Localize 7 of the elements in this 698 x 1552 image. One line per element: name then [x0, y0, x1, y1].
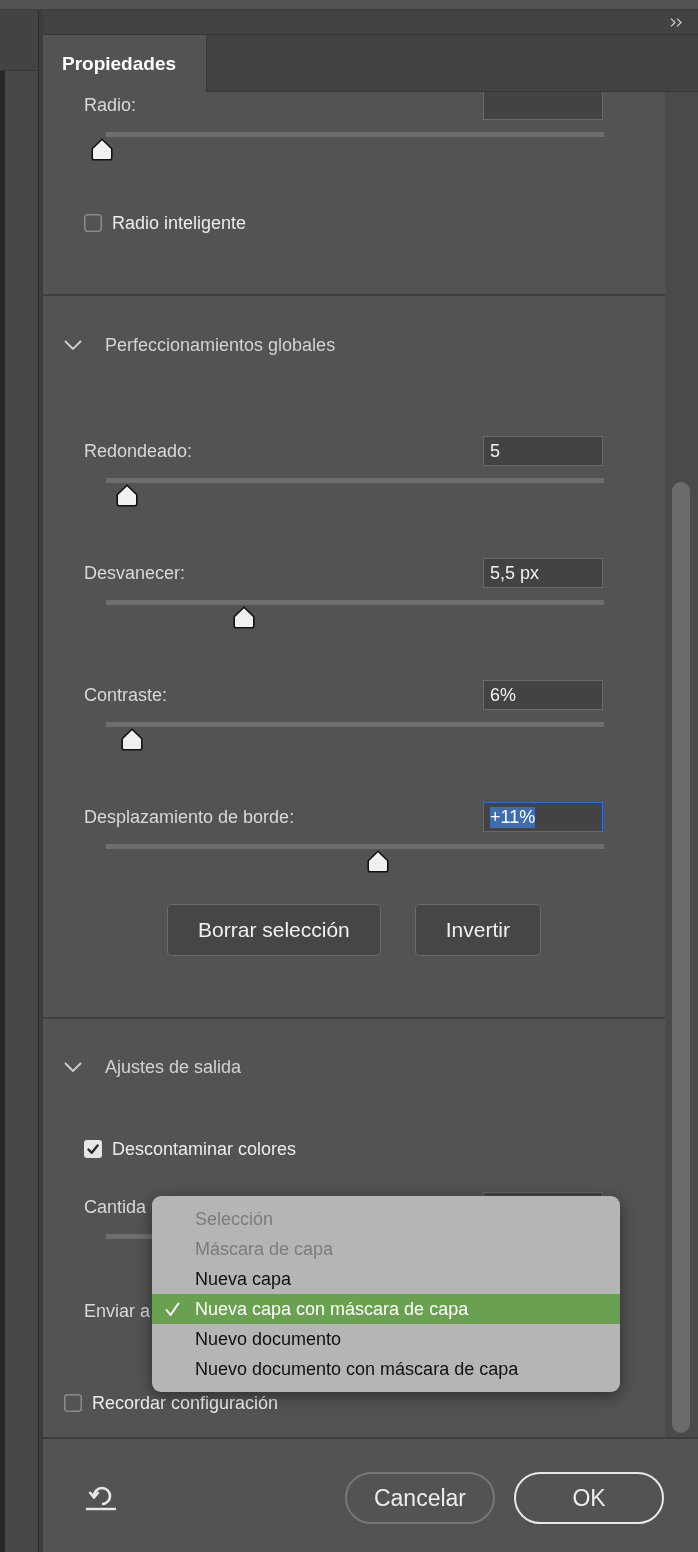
slider-label: Redondeado:	[84, 440, 193, 462]
slider-label: Contraste:	[84, 684, 168, 706]
slider-label: Desvanecer:	[84, 562, 186, 584]
select-label: Enviar a	[84, 1300, 151, 1322]
slider-label: Cantida	[84, 1196, 147, 1218]
slider-label: Radio:	[84, 94, 137, 116]
slider-label: Desplazamiento de borde:	[84, 806, 295, 828]
